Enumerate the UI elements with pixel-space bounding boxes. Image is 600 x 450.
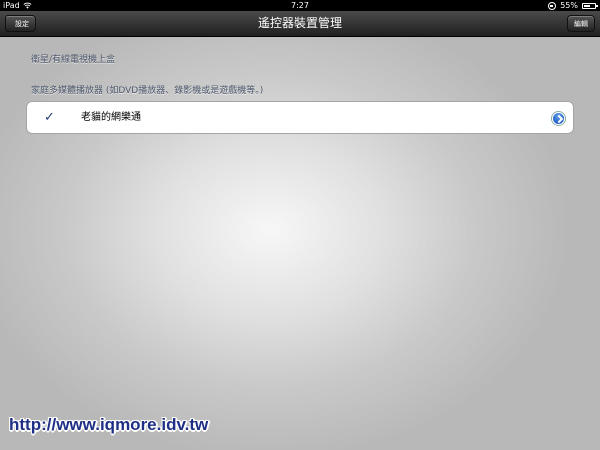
orientation-lock-icon — [548, 1, 557, 10]
nav-title: 遙控器裝置管理 — [257, 16, 342, 30]
battery-fill — [584, 4, 590, 7]
status-bar: iPad 7:27 55% — [0, 0, 600, 11]
section-header-tv-box: 衛星/有線電視機上盒 — [31, 55, 116, 65]
device-cell-label: 老貓的網樂通 — [81, 112, 141, 123]
battery-percent: 55% — [560, 1, 578, 10]
watermark-url: http://www.iqmore.idv.tw — [9, 415, 209, 434]
status-right: 55% — [548, 0, 598, 11]
checkmark-icon: ✓ — [44, 110, 55, 125]
status-time: 7:27 — [291, 1, 309, 10]
navigation-bar: 遙控器裝置管理 設定 編輯 — [0, 11, 600, 37]
edit-button[interactable]: 編輯 — [567, 15, 595, 32]
detail-disclosure-icon[interactable] — [552, 112, 565, 125]
ipad-screen: iPad 7:27 55% 遙控器裝置管理 設定 編輯 衛星/有線電視機上盒 家… — [0, 0, 600, 450]
back-button[interactable]: 設定 — [5, 15, 36, 32]
section-header-media-player: 家庭多媒體播放器 (如DVD播放器、錄影機或是遊戲機等。) — [31, 86, 264, 96]
device-cell[interactable]: ✓ 老貓的網樂通 — [26, 101, 574, 134]
battery-icon — [582, 2, 598, 9]
